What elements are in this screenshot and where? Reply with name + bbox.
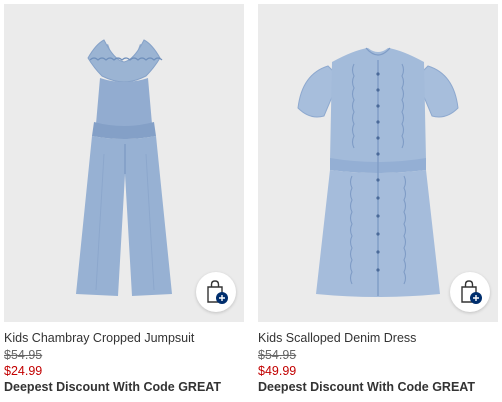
promo-text: Deepest Discount With Code GREAT — [4, 380, 222, 394]
product-info: Kids Scalloped Denim Dress $54.95 $49.99… — [258, 322, 498, 395]
original-price: $54.95 — [4, 348, 43, 362]
product-image-dress[interactable] — [258, 4, 498, 322]
sale-price: $49.99 — [258, 364, 297, 378]
original-price: $54.95 — [258, 348, 297, 362]
product-image-jumpsuit[interactable] — [4, 4, 244, 322]
product-card: Kids Scalloped Denim Dress $54.95 $49.99… — [258, 4, 498, 395]
product-name-link[interactable]: Kids Scalloped Denim Dress — [258, 331, 498, 346]
promo-text: Deepest Discount With Code GREAT — [258, 380, 476, 394]
product-info: Kids Chambray Cropped Jumpsuit $54.95 $2… — [4, 322, 244, 395]
add-to-bag-button[interactable] — [450, 272, 490, 312]
add-to-bag-icon — [461, 280, 482, 304]
product-card: Kids Chambray Cropped Jumpsuit $54.95 $2… — [4, 4, 244, 395]
sale-price: $24.99 — [4, 364, 43, 378]
product-grid: Kids Chambray Cropped Jumpsuit $54.95 $2… — [0, 0, 502, 402]
product-name-link[interactable]: Kids Chambray Cropped Jumpsuit — [4, 331, 244, 346]
add-to-bag-button[interactable] — [196, 272, 236, 312]
add-to-bag-icon — [207, 280, 228, 304]
